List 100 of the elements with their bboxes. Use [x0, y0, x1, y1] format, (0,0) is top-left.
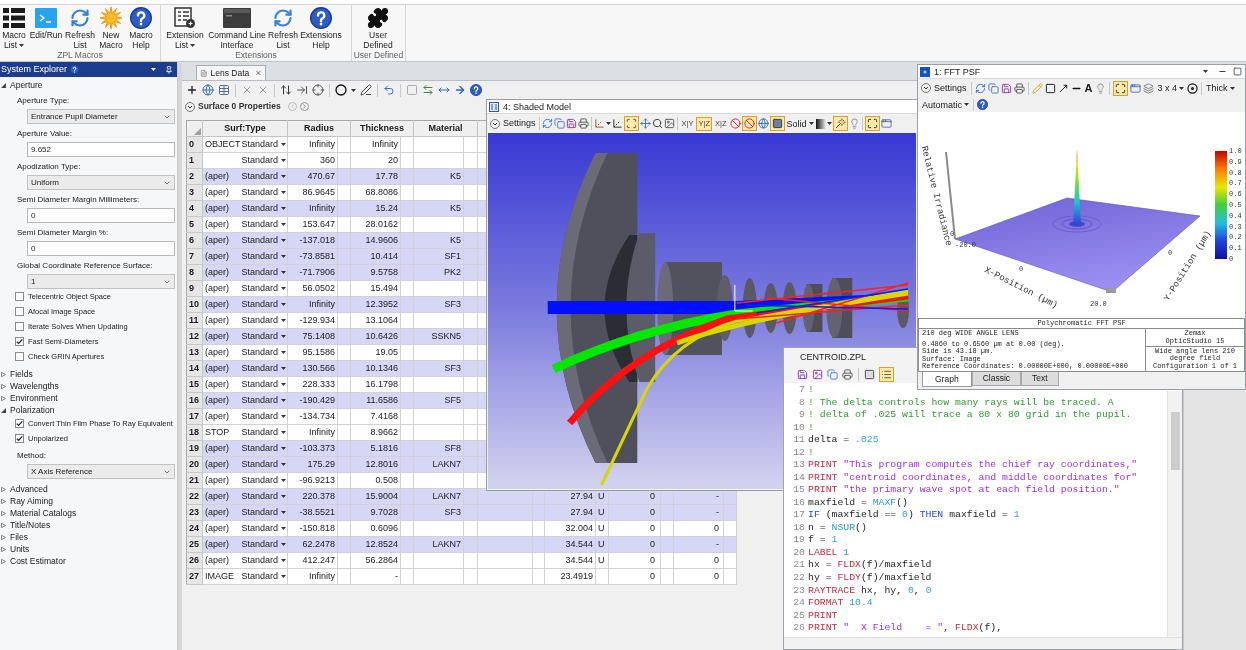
type-dropdown[interactable]: Standard — [241, 313, 287, 328]
type-dropdown[interactable]: Standard — [241, 281, 287, 296]
type-dropdown[interactable]: Standard — [241, 249, 287, 264]
checkbox[interactable] — [15, 352, 24, 361]
help-icon[interactable] — [977, 99, 989, 110]
document-tab[interactable]: Lens Data — [196, 65, 266, 80]
ribbon-button[interactable]: Macro List — [0, 5, 28, 50]
save-icon[interactable] — [797, 368, 808, 380]
ribbon-button[interactable]: Refresh List — [267, 5, 299, 50]
type-dropdown[interactable]: Standard — [241, 361, 287, 376]
picture-icon[interactable] — [663, 118, 675, 129]
square-icon[interactable] — [864, 368, 875, 380]
type-dropdown[interactable]: Standard — [241, 521, 287, 536]
type-dropdown[interactable]: Standard — [241, 393, 287, 408]
undo-icon[interactable] — [383, 84, 395, 96]
ribbon-button[interactable]: User Defined — [355, 5, 401, 50]
dropdown-button[interactable]: Automatic — [921, 97, 971, 112]
print-icon[interactable] — [577, 118, 589, 129]
pen-icon[interactable] — [360, 84, 372, 96]
print-icon[interactable] — [842, 368, 853, 380]
tree-item[interactable]: Title/Notes — [0, 519, 53, 531]
input-field[interactable]: 9.652 — [27, 142, 175, 157]
ribbon-button[interactable]: Command Line Interface — [207, 5, 267, 50]
type-dropdown[interactable]: Standard — [241, 425, 287, 440]
tree-item[interactable]: Ray Aiming — [0, 495, 55, 507]
type-dropdown[interactable]: Standard — [241, 153, 287, 168]
close-icon[interactable] — [255, 69, 262, 77]
disc-icon[interactable] — [1187, 82, 1198, 94]
help-icon[interactable] — [70, 65, 80, 74]
copy-icon[interactable] — [553, 118, 565, 129]
arrow-to-line-icon[interactable] — [296, 84, 308, 96]
rectangle-icon[interactable] — [1044, 82, 1056, 94]
ribbon-button[interactable]: Macro Help — [126, 5, 156, 50]
type-dropdown[interactable]: Standard — [241, 505, 287, 520]
type-dropdown[interactable]: Standard — [241, 169, 287, 184]
save-icon[interactable] — [1000, 82, 1012, 94]
caret-icon[interactable] — [1203, 70, 1208, 73]
tree-item[interactable]: Wavelengths — [0, 380, 61, 392]
checkbox[interactable] — [15, 419, 24, 428]
type-dropdown[interactable]: Standard — [241, 297, 287, 312]
plus-icon[interactable] — [186, 84, 198, 96]
checkbox[interactable] — [15, 337, 24, 346]
ribbon-button[interactable]: Extensions Help — [299, 5, 343, 50]
layers-icon[interactable] — [1143, 82, 1155, 94]
tab[interactable]: Text — [1021, 372, 1059, 386]
type-dropdown[interactable]: Standard — [241, 569, 287, 584]
ribbon-button[interactable]: Refresh List — [64, 5, 96, 50]
type-dropdown[interactable]: Standard — [241, 329, 287, 344]
copy-icon[interactable] — [987, 82, 999, 94]
caret-icon[interactable] — [605, 122, 611, 125]
type-dropdown[interactable]: Standard — [241, 409, 287, 424]
frame-icon[interactable] — [623, 116, 639, 131]
picture-icon[interactable] — [812, 368, 823, 380]
checkbox[interactable] — [15, 322, 24, 331]
globe-icon[interactable] — [757, 118, 769, 129]
type-dropdown[interactable]: Standard — [241, 345, 287, 360]
save-icon[interactable] — [565, 118, 577, 129]
cross-icon[interactable] — [241, 84, 253, 96]
dropdown[interactable]: X Axis Reference — [27, 464, 175, 479]
text-tool-button[interactable]: A — [1083, 82, 1094, 94]
type-dropdown[interactable]: Standard — [241, 457, 287, 472]
maximize-icon[interactable] — [1233, 67, 1242, 76]
refresh-icon[interactable] — [974, 82, 986, 94]
globe-icon[interactable] — [202, 84, 214, 96]
caret-icon[interactable] — [351, 88, 356, 92]
type-dropdown[interactable]: Standard — [241, 137, 287, 152]
window-icon[interactable] — [1130, 82, 1142, 94]
dropdown[interactable]: Entrance Pupil Diameter — [27, 109, 175, 124]
scrollbar[interactable] — [784, 637, 1182, 649]
dropdown-button[interactable]: Thick — [1205, 81, 1236, 95]
caret-icon[interactable] — [151, 68, 156, 71]
dropdown-button[interactable]: Solid — [785, 116, 815, 131]
window-icon[interactable] — [880, 118, 892, 129]
type-dropdown[interactable]: Standard — [241, 537, 287, 552]
crossed-circle-icon[interactable] — [741, 116, 757, 131]
dropdown-button[interactable]: 3 x 4 — [1156, 81, 1185, 95]
expand-icon[interactable] — [1113, 80, 1129, 96]
tree-item[interactable]: Material Catalogs — [0, 507, 79, 519]
list-icon[interactable] — [879, 366, 894, 382]
type-dropdown[interactable]: Standard — [241, 553, 287, 568]
circle-icon[interactable] — [335, 84, 347, 96]
chevron-down-icon[interactable] — [185, 101, 195, 112]
type-dropdown[interactable]: Standard — [241, 201, 287, 216]
tree-item[interactable]: Files — [0, 531, 30, 543]
up-down-arrows-icon[interactable] — [280, 84, 292, 96]
settings-button[interactable]: Settings — [489, 116, 537, 131]
wand-icon[interactable] — [832, 116, 848, 131]
type-dropdown[interactable]: Standard — [241, 441, 287, 456]
tree-item[interactable]: Polarization — [0, 404, 57, 416]
tree-item[interactable]: Cost Estimator — [0, 555, 68, 567]
tree-item[interactable]: Environment — [0, 392, 60, 404]
tab[interactable]: Graph — [922, 372, 972, 387]
tree-item[interactable]: Units — [0, 543, 32, 555]
ribbon-button[interactable]: Extension List — [163, 5, 207, 50]
scrollbar[interactable] — [1167, 391, 1182, 637]
crosshair-icon[interactable] — [312, 84, 324, 96]
print-icon[interactable] — [1013, 82, 1025, 94]
gradient-swatch-icon[interactable] — [815, 118, 826, 129]
tree-item[interactable]: Advanced — [0, 483, 50, 495]
axes-icon[interactable] — [611, 118, 623, 129]
